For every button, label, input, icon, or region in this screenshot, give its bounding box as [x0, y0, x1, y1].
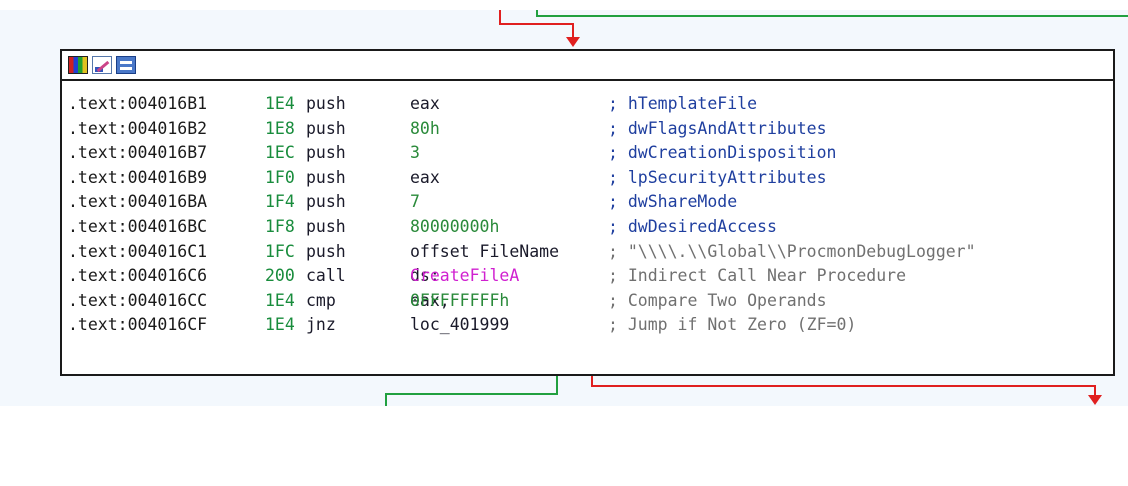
mnemonic[interactable]: jnz	[306, 313, 336, 338]
stack-pointer: 200	[265, 266, 295, 286]
immediate-value: 7	[410, 192, 420, 212]
graph-node-block[interactable]: .text:004016B1 1E4 push eax ; hTemplateF…	[60, 49, 1115, 376]
operand[interactable]: eax	[410, 166, 440, 191]
comment: ; dwFlagsAndAttributes	[608, 118, 827, 138]
edit-icon[interactable]	[92, 56, 112, 74]
disasm-line[interactable]: .text:004016B1 1E4 push eax ; hTemplateF…	[62, 92, 1113, 117]
disasm-line[interactable]: .text:004016BA 1F4 push 7 ; dwShareMode	[62, 190, 1113, 215]
comment: ; Indirect Call Near Procedure	[608, 266, 907, 286]
stack-pointer: 1EC	[265, 143, 295, 163]
stack-pointer: 1E8	[265, 118, 295, 138]
disassembly-listing: .text:004016B1 1E4 push eax ; hTemplateF…	[62, 81, 1113, 338]
mnemonic[interactable]: push	[306, 166, 346, 191]
disasm-line[interactable]: .text:004016BC 1F8 push 80000000h ; dwDe…	[62, 215, 1113, 240]
stack-pointer: 1FC	[265, 241, 295, 261]
mnemonic[interactable]: push	[306, 117, 346, 142]
mnemonic[interactable]: cmp	[306, 289, 336, 314]
disasm-line[interactable]: .text:004016C6 200 call ds: CreateFileA ;…	[62, 264, 1113, 289]
disasm-line[interactable]: .text:004016B7 1EC push 3 ; dwCreationDi…	[62, 141, 1113, 166]
address[interactable]: .text:004016C6	[68, 264, 207, 289]
outgoing-red-edge	[591, 376, 1096, 396]
comment: ; "\\\\.\\Global\\ProcmonDebugLogger"	[608, 241, 976, 261]
address[interactable]: .text:004016B1	[68, 92, 207, 117]
immediate-value: 3	[410, 143, 420, 163]
address[interactable]: .text:004016CC	[68, 289, 207, 314]
api-function-link[interactable]: CreateFileA	[410, 264, 519, 289]
disasm-line[interactable]: .text:004016CC 1E4 cmp eax, 0FFFFFFFFh ;…	[62, 289, 1113, 314]
address[interactable]: .text:004016BC	[68, 215, 207, 240]
operand[interactable]: eax	[410, 92, 440, 117]
immediate-value: 80h	[410, 118, 440, 138]
address[interactable]: .text:004016CF	[68, 313, 207, 338]
comment: ; Jump if Not Zero (ZF=0)	[608, 315, 857, 335]
mnemonic[interactable]: push	[306, 215, 346, 240]
comment: ; dwCreationDisposition	[608, 143, 837, 163]
mnemonic[interactable]: call	[306, 264, 346, 289]
stack-pointer: 1E4	[265, 290, 295, 310]
address[interactable]: .text:004016C1	[68, 240, 207, 265]
stack-pointer: 1E4	[265, 315, 295, 335]
stack-pointer: 1F0	[265, 167, 295, 187]
palette-icon[interactable]	[68, 56, 88, 74]
comment: ; Compare Two Operands	[608, 290, 827, 310]
stack-pointer: 1E4	[265, 94, 295, 113]
mnemonic[interactable]: push	[306, 92, 346, 117]
comment: ; lpSecurityAttributes	[608, 167, 827, 187]
jump-target-link[interactable]: loc_401999	[410, 313, 509, 338]
comment: ; hTemplateFile	[608, 94, 758, 113]
mnemonic[interactable]: push	[306, 190, 346, 215]
stack-pointer: 1F8	[265, 216, 295, 236]
disasm-line[interactable]: .text:004016C1 1FC push offset FileName …	[62, 240, 1113, 265]
disasm-line[interactable]: .text:004016B9 1F0 push eax ; lpSecurity…	[62, 166, 1113, 191]
mnemonic[interactable]: push	[306, 141, 346, 166]
address[interactable]: .text:004016BA	[68, 190, 207, 215]
incoming-green-edge	[536, 10, 1128, 17]
immediate-value: 0FFFFFFFFh	[410, 290, 510, 310]
address[interactable]: .text:004016B2	[68, 117, 207, 142]
outgoing-green-edge	[385, 376, 558, 406]
stack-pointer: 1F4	[265, 192, 295, 212]
comment: ; dwDesiredAccess	[608, 216, 777, 236]
operand[interactable]: offset FileName	[410, 240, 559, 265]
disasm-line[interactable]: .text:004016B2 1E8 push 80h ; dwFlagsAnd…	[62, 117, 1113, 142]
node-header	[62, 51, 1113, 81]
graph-icon[interactable]	[116, 56, 136, 74]
address[interactable]: .text:004016B9	[68, 166, 207, 191]
immediate-value: 80000000h	[410, 216, 500, 236]
comment: ; dwShareMode	[608, 192, 738, 212]
disasm-line[interactable]: .text:004016CF 1E4 jnz loc_401999 ; Jump…	[62, 313, 1113, 338]
mnemonic[interactable]: push	[306, 240, 346, 265]
outgoing-red-arrowhead	[1088, 395, 1102, 405]
incoming-red-arrowhead	[566, 37, 580, 47]
address[interactable]: .text:004016B7	[68, 141, 207, 166]
